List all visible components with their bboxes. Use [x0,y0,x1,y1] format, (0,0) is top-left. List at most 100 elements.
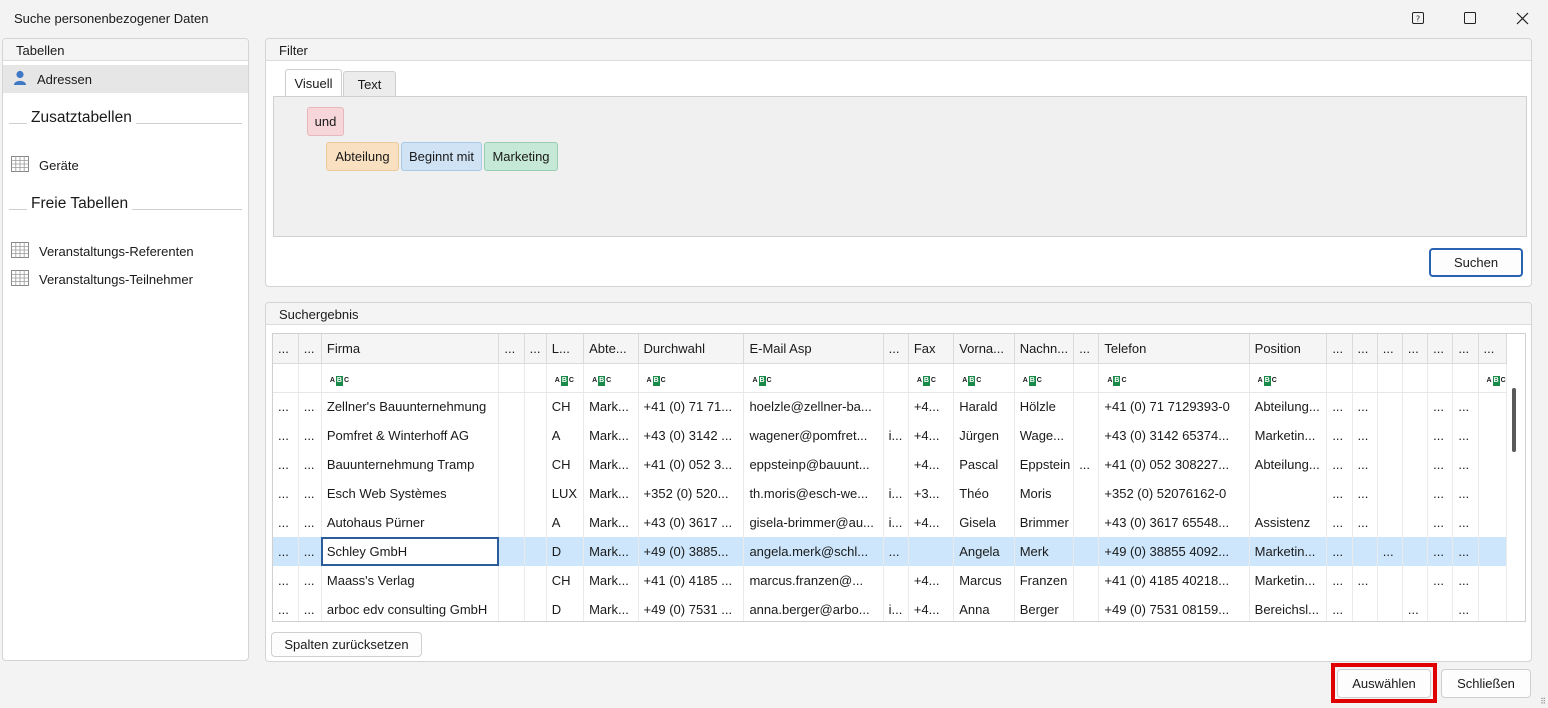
column-header[interactable]: Vorna... [953,334,1015,364]
table-cell[interactable]: +4... [908,595,955,621]
table-cell[interactable]: ... [273,421,299,450]
reset-columns-button[interactable]: Spalten zurücksetzen [271,632,422,657]
table-cell[interactable] [1478,392,1508,421]
table-cell[interactable]: ... [273,508,299,537]
table-cell[interactable] [498,479,525,508]
column-header[interactable]: ... [1326,334,1353,364]
column-header[interactable]: Position [1249,334,1328,364]
column-header[interactable]: ... [273,334,299,364]
table-cell[interactable]: ... [1352,450,1378,479]
column-header[interactable]: ... [1377,334,1403,364]
table-cell[interactable]: Zellner's Bauunternehmung [321,392,500,421]
table-cell[interactable]: CH [546,392,585,421]
table-cell[interactable] [498,450,525,479]
table-row[interactable]: ...... Schley GmbH D Mark... +49 (0) 3885...… [273,537,1508,566]
table-cell[interactable] [1402,537,1429,566]
table-cell[interactable]: Mark... [583,392,639,421]
table-cell[interactable]: Pomfret & Winterhoff AG [321,421,500,450]
table-cell[interactable]: ... [1352,566,1378,595]
abc-filter-icon[interactable]: ABC [592,375,611,386]
filter-cell[interactable] [298,363,322,393]
table-cell[interactable]: Autohaus Pürner [321,508,500,537]
table-cell[interactable] [1377,450,1403,479]
table-cell[interactable]: arboc edv consulting GmbH [321,595,500,621]
table-row[interactable]: ...... Autohaus Pürner A Mark... +43 (0) 361… [273,508,1508,537]
table-cell[interactable]: ... [1427,392,1454,421]
table-cell[interactable]: ... [1452,595,1479,621]
table-cell[interactable] [1427,595,1454,621]
column-header[interactable]: Fax [908,334,955,364]
column-header[interactable]: Abte... [583,334,639,364]
table-cell[interactable]: +41 (0) 4185 ... [638,566,745,595]
table-cell[interactable] [1377,479,1403,508]
table-cell[interactable] [1478,508,1508,537]
table-cell[interactable]: Abteilung... [1249,450,1328,479]
table-cell[interactable]: angela.merk@schl... [743,537,884,566]
left-item-referenten[interactable]: Veranstaltungs-Referenten [11,239,194,263]
table-cell[interactable]: ... [1427,421,1454,450]
filter-cell[interactable]: ABC [1478,363,1508,393]
abc-filter-icon[interactable]: ABC [555,375,574,386]
table-cell[interactable]: ... [1326,537,1353,566]
table-cell[interactable] [524,392,547,421]
abc-filter-icon[interactable]: ABC [1258,375,1277,386]
table-cell[interactable] [908,537,955,566]
table-cell[interactable] [1402,566,1429,595]
filter-cell[interactable]: ABC [743,363,884,393]
table-cell[interactable]: th.moris@esch-we... [743,479,884,508]
table-cell[interactable] [1073,392,1100,421]
table-cell[interactable]: Mark... [583,566,639,595]
table-cell[interactable]: ... [1326,450,1353,479]
table-cell[interactable]: Wage... [1014,421,1075,450]
table-cell[interactable]: +49 (0) 7531 08159... [1098,595,1250,621]
table-cell[interactable]: Assistenz [1249,508,1328,537]
table-cell[interactable]: +41 (0) 052 3... [638,450,745,479]
column-header[interactable]: Telefon [1098,334,1250,364]
table-row[interactable]: ...... Zellner's Bauunternehmung CH Mark...… [273,392,1508,421]
table-cell[interactable]: ... [273,566,299,595]
grid-scrollbar[interactable] [1512,388,1516,452]
table-cell[interactable]: hoelzle@zellner-ba... [743,392,884,421]
column-header[interactable]: L... [546,334,585,364]
abc-filter-icon[interactable]: ABC [752,375,772,386]
table-cell[interactable]: anna.berger@arbo... [743,595,884,621]
filter-cell[interactable]: ABC [583,363,639,393]
table-cell[interactable]: +49 (0) 7531 ... [638,595,745,621]
table-cell[interactable]: ... [1352,479,1378,508]
table-cell[interactable]: ... [273,450,299,479]
table-cell[interactable] [1478,479,1508,508]
table-cell[interactable]: i... [883,595,909,621]
table-cell[interactable]: Marcus [953,566,1015,595]
tab-visuell[interactable]: Visuell [285,69,342,97]
table-cell[interactable]: +43 (0) 3142 ... [638,421,745,450]
filter-cell[interactable] [273,363,299,393]
table-cell[interactable] [524,450,547,479]
table-cell[interactable]: +4... [908,421,955,450]
table-cell[interactable]: i... [883,479,909,508]
resize-grip-icon[interactable]: ⠿ [1540,697,1546,706]
table-cell[interactable]: ... [273,595,299,621]
table-cell[interactable]: i... [883,508,909,537]
table-cell[interactable]: +41 (0) 71 71... [638,392,745,421]
filter-cell[interactable] [1326,363,1353,393]
table-cell[interactable]: ... [273,479,299,508]
column-header[interactable]: ... [1402,334,1429,364]
table-cell[interactable]: ... [298,479,322,508]
table-cell[interactable]: Bereichsl... [1249,595,1328,621]
table-cell[interactable]: ... [298,421,322,450]
table-cell[interactable]: A [546,508,585,537]
table-cell[interactable]: ... [1427,508,1454,537]
condition-field[interactable]: Abteilung [326,142,399,171]
table-cell[interactable]: CH [546,450,585,479]
filter-cell[interactable]: ABC [546,363,585,393]
table-cell[interactable]: D [546,595,585,621]
table-cell[interactable] [1377,392,1403,421]
left-main-item[interactable]: Adressen [3,65,248,93]
table-cell[interactable]: ... [1326,479,1353,508]
filter-cell[interactable]: ABC [908,363,955,393]
table-cell[interactable]: ... [1452,537,1479,566]
table-cell[interactable] [1073,508,1100,537]
table-cell[interactable]: ... [1377,537,1403,566]
table-cell[interactable]: Moris [1014,479,1075,508]
table-cell[interactable] [1352,595,1378,621]
